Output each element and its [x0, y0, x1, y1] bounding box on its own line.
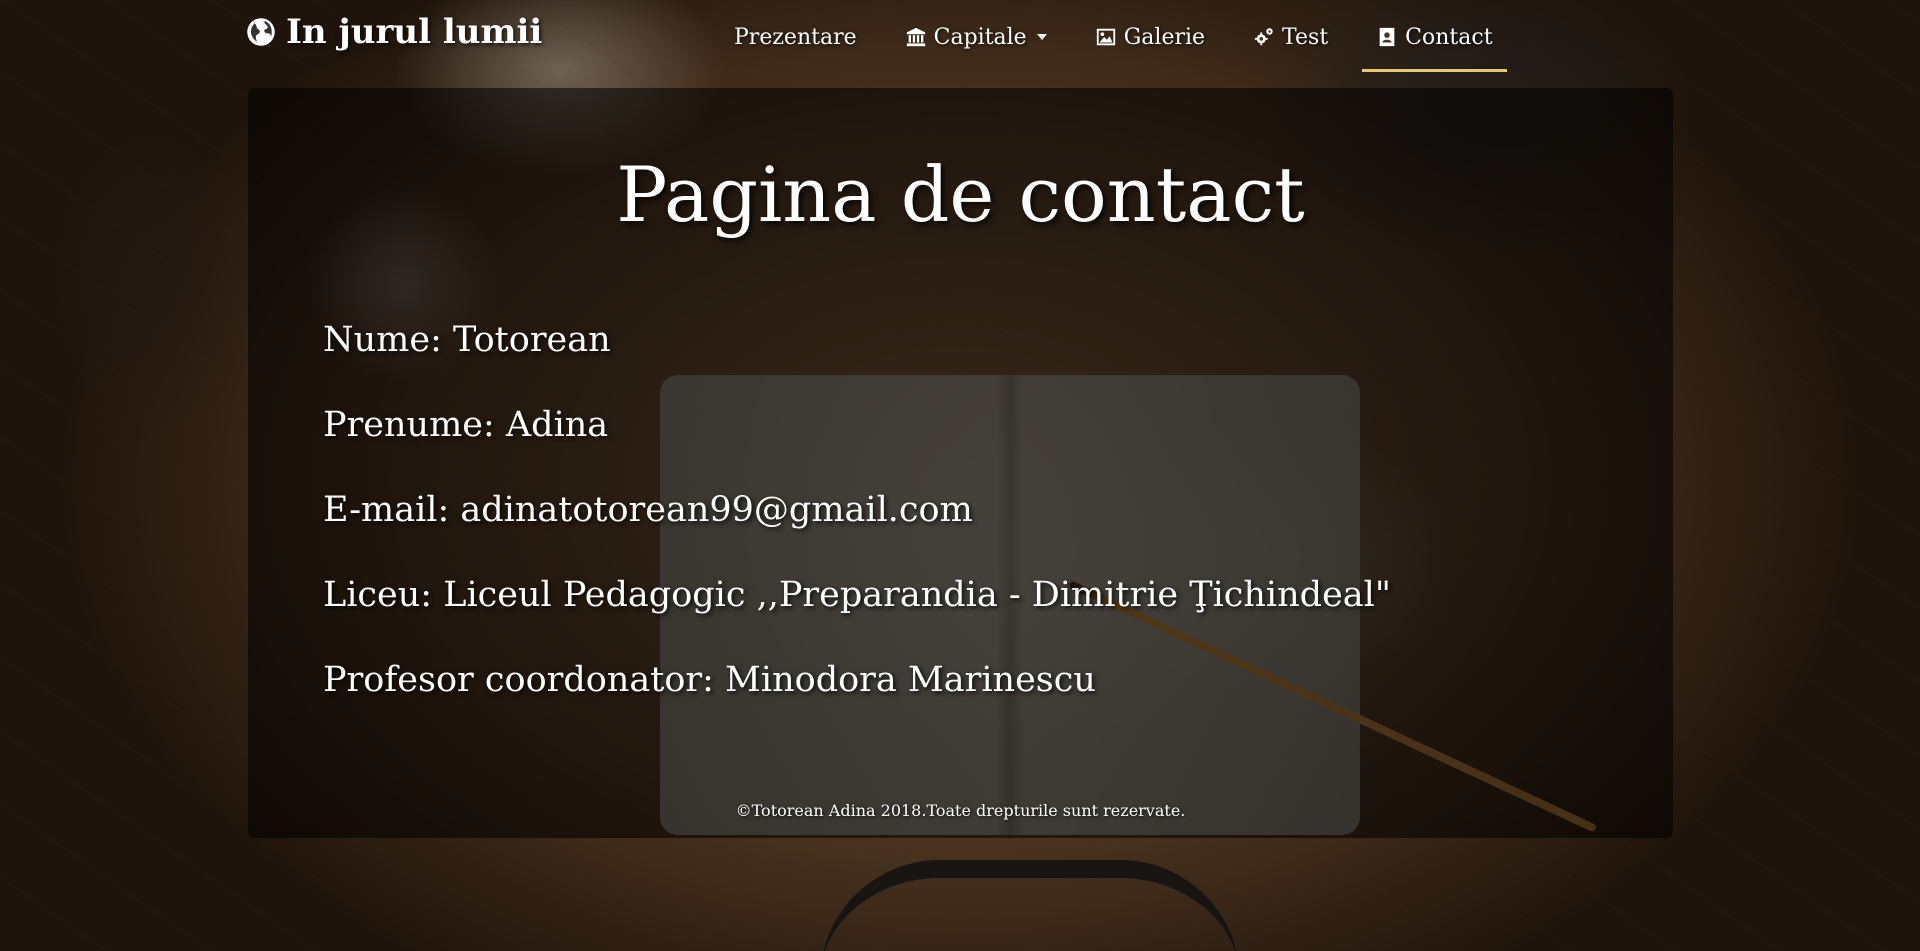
content-panel: Pagina de contact Nume: Totorean Prenume…	[248, 88, 1673, 838]
chevron-down-icon	[1036, 34, 1047, 40]
info-prenume: Prenume: Adina	[323, 405, 609, 445]
info-profesor: Profesor coordonator: Minodora Marinescu	[323, 660, 1096, 700]
info-liceu: Liceu: Liceul Pedagogic ,,Preparandia - …	[323, 575, 1391, 615]
bank-icon	[906, 27, 925, 47]
gears-icon	[1254, 28, 1273, 46]
nav-menu: Prezentare Capitale Galerie Test Contact	[710, 0, 1517, 74]
navbar: In jurul lumii Prezentare Capitale Galer…	[0, 0, 1920, 76]
brand-link[interactable]: In jurul lumii	[246, 12, 542, 52]
nav-item-prezentare[interactable]: Prezentare	[710, 0, 881, 74]
nav-item-test[interactable]: Test	[1229, 0, 1352, 74]
brand-label: In jurul lumii	[286, 12, 543, 52]
nav-item-label: Galerie	[1123, 24, 1206, 50]
info-email: E-mail: adinatotorean99@gmail.com	[323, 490, 973, 530]
globe-icon	[247, 18, 275, 46]
nav-item-label: Contact	[1405, 24, 1493, 50]
contact-info-list: Nume: Totorean Prenume: Adina E-mail: ad…	[323, 320, 1391, 745]
nav-item-contact[interactable]: Contact	[1352, 0, 1516, 74]
background-glasses	[820, 860, 1240, 951]
nav-item-label: Prezentare	[734, 24, 857, 50]
nav-item-label: Test	[1282, 24, 1329, 50]
nav-item-capitale[interactable]: Capitale	[881, 0, 1071, 74]
nav-item-galerie[interactable]: Galerie	[1071, 0, 1229, 74]
image-icon	[1096, 28, 1115, 46]
nav-item-label: Capitale	[933, 24, 1027, 50]
contact-card-icon	[1379, 27, 1395, 47]
page-title: Pagina de contact	[616, 150, 1305, 239]
footer-copyright: ©Totorean Adina 2018.Toate drepturile su…	[735, 801, 1186, 820]
info-nume: Nume: Totorean	[323, 320, 611, 360]
